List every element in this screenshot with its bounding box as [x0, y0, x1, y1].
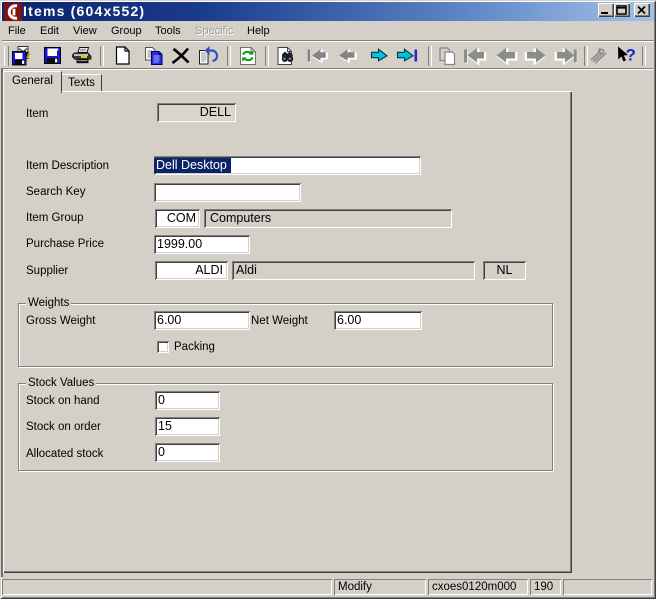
svg-text:?: ? [626, 46, 636, 65]
